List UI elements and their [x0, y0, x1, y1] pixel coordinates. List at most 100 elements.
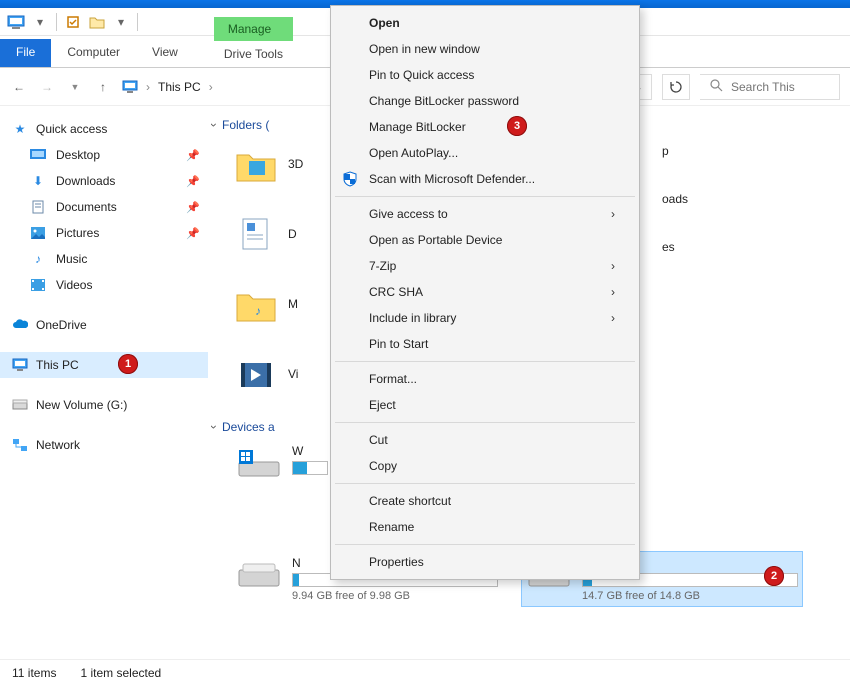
menu-item[interactable]: Rename: [333, 514, 637, 540]
sidebar-item-label: Desktop: [56, 148, 100, 162]
drive-tile[interactable]: W: [232, 440, 332, 484]
menu-item[interactable]: Open AutoPlay...: [333, 140, 637, 166]
section-title: Devices a: [222, 420, 275, 434]
menu-item[interactable]: Open as Portable Device: [333, 227, 637, 253]
sidebar-group-quick-access[interactable]: ★ Quick access: [0, 116, 208, 142]
folder-tile[interactable]: 3D: [232, 138, 322, 190]
folder-label: D: [288, 227, 297, 241]
new-folder-icon[interactable]: [87, 12, 107, 32]
menu-item[interactable]: Pin to Start: [333, 331, 637, 357]
sidebar-item-new-volume[interactable]: New Volume (G:): [0, 392, 208, 418]
menu-item[interactable]: Eject: [333, 392, 637, 418]
pin-icon: 📌: [186, 227, 200, 240]
navigation-pane: ★ Quick access Desktop 📌 ⬇ Downloads 📌 D…: [0, 106, 208, 659]
sidebar-item-label: Pictures: [56, 226, 99, 240]
menu-item[interactable]: Copy: [333, 453, 637, 479]
forward-button[interactable]: →: [38, 78, 56, 96]
sidebar-item-documents[interactable]: Documents 📌: [0, 194, 208, 220]
drive-free-space: 14.7 GB free of 14.8 GB: [582, 590, 798, 602]
sidebar-item-onedrive[interactable]: OneDrive: [0, 312, 208, 338]
drive-icon: [236, 558, 282, 592]
onedrive-icon: [12, 317, 28, 333]
up-button[interactable]: ↑: [94, 78, 112, 96]
folder-tile[interactable]: D: [232, 208, 322, 260]
tab-file[interactable]: File: [0, 39, 51, 67]
folder-label-partial[interactable]: es: [662, 240, 688, 254]
folder-tile[interactable]: Vi: [232, 348, 322, 400]
this-pc-icon: [122, 79, 138, 95]
menu-item[interactable]: 7-Zip›: [333, 253, 637, 279]
menu-item-label: Cut: [369, 433, 388, 447]
this-pc-icon: [12, 357, 28, 373]
menu-item[interactable]: Format...: [333, 366, 637, 392]
menu-item-label: Pin to Quick access: [369, 68, 474, 82]
folder-label-partial[interactable]: p: [662, 144, 688, 158]
annotation-badge-1: 1: [118, 354, 138, 374]
folder-label: M: [288, 297, 298, 311]
sidebar-item-network[interactable]: Network: [0, 432, 208, 458]
sidebar-item-pictures[interactable]: Pictures 📌: [0, 220, 208, 246]
menu-item-label: Rename: [369, 520, 414, 534]
address-bar[interactable]: › This PC ›: [122, 79, 213, 95]
pin-icon: 📌: [186, 175, 200, 188]
drive-icon: [12, 397, 28, 413]
menu-item[interactable]: Include in library›: [333, 305, 637, 331]
chevron-right-icon[interactable]: ›: [209, 80, 213, 94]
sidebar-item-music[interactable]: ♪ Music: [0, 246, 208, 272]
pin-icon: 📌: [186, 201, 200, 214]
tab-drive-tools[interactable]: Drive Tools: [214, 41, 293, 67]
chevron-down-icon[interactable]: ▾: [111, 12, 131, 32]
menu-item[interactable]: CRC SHA ›: [333, 279, 637, 305]
properties-icon[interactable]: [63, 12, 83, 32]
menu-item[interactable]: Open: [333, 10, 637, 36]
sidebar-item-videos[interactable]: Videos: [0, 272, 208, 298]
music-folder-icon: ♪: [234, 282, 278, 326]
separator: [56, 13, 57, 31]
recent-locations-button[interactable]: ▼: [66, 78, 84, 96]
sidebar-item-desktop[interactable]: Desktop 📌: [0, 142, 208, 168]
menu-item[interactable]: Properties: [333, 549, 637, 575]
menu-item[interactable]: Open in new window: [333, 36, 637, 62]
breadcrumb-this-pc[interactable]: This PC: [158, 80, 201, 94]
svg-text:♪: ♪: [255, 304, 261, 318]
back-button[interactable]: ←: [10, 78, 28, 96]
videos-icon: [30, 277, 46, 293]
tab-view[interactable]: View: [136, 39, 194, 67]
sidebar-label: This PC: [36, 358, 79, 372]
menu-item-label: Create shortcut: [369, 494, 451, 508]
tab-computer[interactable]: Computer: [51, 39, 136, 67]
folder-label-partial[interactable]: oads: [662, 192, 688, 206]
chevron-right-icon[interactable]: ›: [146, 80, 150, 94]
menu-item-label: CRC SHA: [369, 285, 423, 299]
sidebar-item-label: Music: [56, 252, 87, 266]
folder-tile[interactable]: ♪ M: [232, 278, 322, 330]
sidebar-label: Network: [36, 438, 80, 452]
refresh-button[interactable]: [662, 74, 690, 100]
menu-item-label: 7-Zip: [369, 259, 396, 273]
submenu-arrow-icon: ›: [611, 285, 615, 299]
menu-item[interactable]: Change BitLocker password: [333, 88, 637, 114]
search-input[interactable]: [731, 80, 829, 94]
menu-item[interactable]: Cut: [333, 427, 637, 453]
sidebar-item-downloads[interactable]: ⬇ Downloads 📌: [0, 168, 208, 194]
desktop-icon: [30, 147, 46, 163]
menu-item-label: Pin to Start: [369, 337, 428, 351]
documents-icon: [30, 199, 46, 215]
music-icon: ♪: [30, 251, 46, 267]
menu-item[interactable]: Create shortcut: [333, 488, 637, 514]
videos-folder-icon: [234, 352, 278, 396]
search-box[interactable]: [700, 74, 840, 100]
menu-item-label: Scan with Microsoft Defender...: [369, 172, 535, 186]
folder-label: 3D: [288, 157, 303, 171]
menu-item[interactable]: Pin to Quick access: [333, 62, 637, 88]
sidebar-item-label: Videos: [56, 278, 92, 292]
menu-item[interactable]: Give access to›: [333, 201, 637, 227]
sidebar-item-this-pc[interactable]: This PC 1: [0, 352, 208, 378]
menu-item-label: Open in new window: [369, 42, 480, 56]
menu-item-label: Copy: [369, 459, 397, 473]
documents-folder-icon: [234, 212, 278, 256]
chevron-down-icon[interactable]: ▾: [30, 12, 50, 32]
menu-item[interactable]: Scan with Microsoft Defender...: [333, 166, 637, 192]
menu-item[interactable]: Manage BitLocker3: [333, 114, 637, 140]
sidebar-item-label: Documents: [56, 200, 117, 214]
